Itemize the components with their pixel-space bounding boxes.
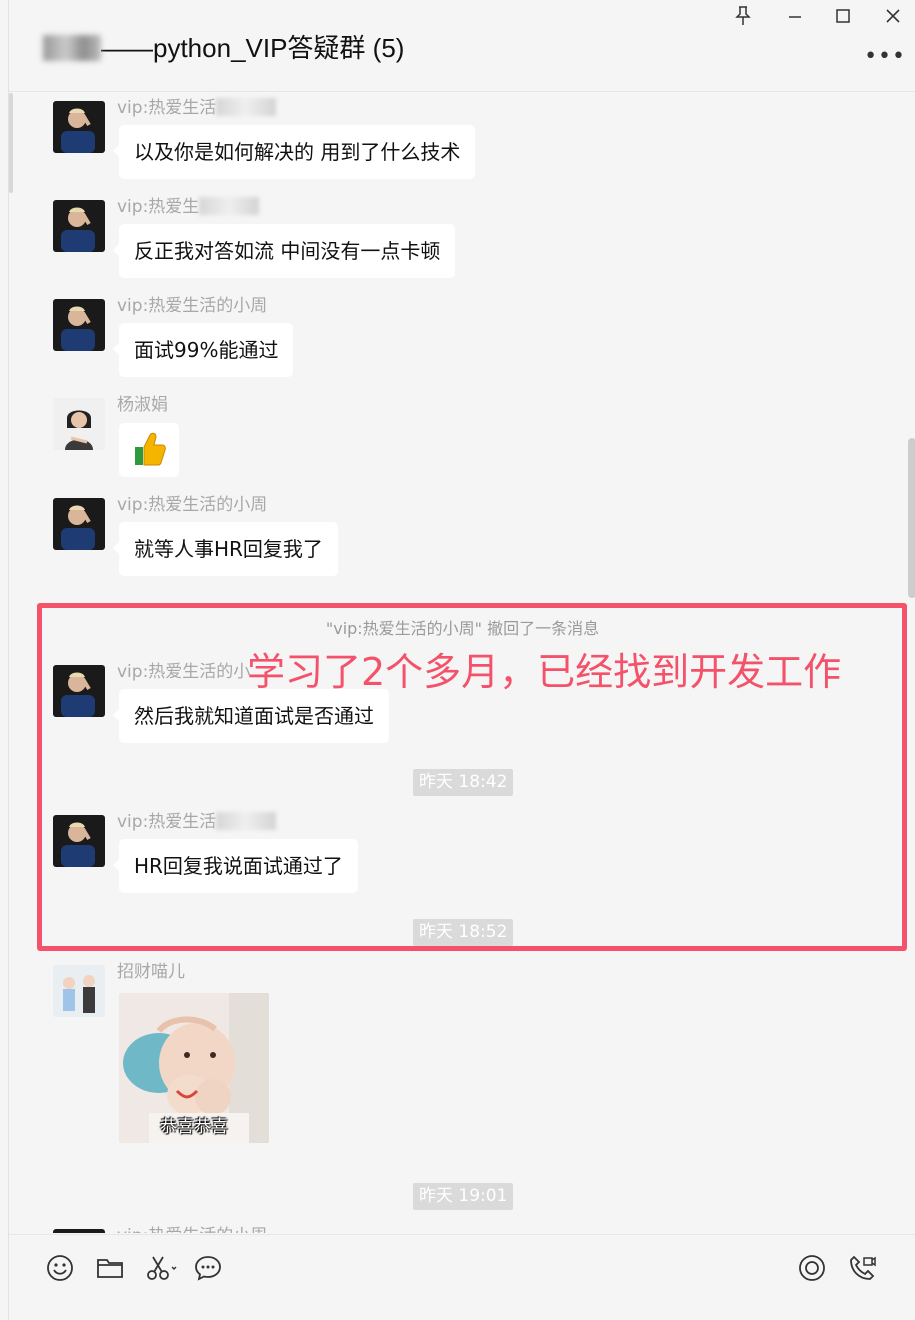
avatar[interactable]: [53, 965, 105, 1017]
sender-name: vip:热爱生活的小周: [117, 1221, 267, 1233]
avatar[interactable]: [53, 101, 105, 153]
scissors-icon[interactable]: [145, 1253, 177, 1283]
blurred-name: [43, 35, 101, 61]
thumbs-up-icon: [135, 432, 166, 466]
sender-name: vip:热爱生活的小周: [117, 495, 268, 515]
message-bubble[interactable]: [119, 423, 179, 477]
more-icon[interactable]: •••: [864, 44, 906, 69]
emoji-icon[interactable]: [45, 1253, 75, 1283]
chat-bubble-icon[interactable]: [193, 1253, 223, 1283]
sender-name: vip:热爱生: [117, 192, 260, 217]
annotation-text: 学习了2个多月，已经找到开发工作: [247, 650, 842, 694]
sender-name: vip:热爱生活的小周: [117, 296, 268, 316]
chat-window: ——python_VIP答疑群 (5) ••• vip:热爱生活 以及你是如何解…: [8, 0, 915, 1320]
left-scroll-track: [9, 93, 13, 193]
input-toolbar: [9, 1234, 915, 1320]
live-icon[interactable]: [797, 1253, 827, 1283]
message-bubble[interactable]: 就等人事HR回复我了: [113, 522, 338, 576]
window-title-text: ——python_VIP答疑群 (5): [101, 33, 405, 63]
maximize-icon[interactable]: [829, 6, 857, 32]
call-icon[interactable]: [847, 1253, 877, 1283]
title-bar: ——python_VIP答疑群 (5) •••: [9, 0, 915, 92]
sender-name: 招财喵儿: [117, 962, 185, 982]
message-bubble[interactable]: 以及你是如何解决的 用到了什么技术: [112, 125, 476, 179]
sender-name: vip:热爱生活: [117, 93, 277, 118]
folder-icon[interactable]: [95, 1253, 125, 1283]
window-title: ——python_VIP答疑群 (5): [43, 28, 404, 65]
avatar[interactable]: [53, 1229, 105, 1233]
pin-icon[interactable]: [729, 6, 757, 32]
sender-name: 杨淑娟: [117, 395, 168, 415]
minimize-icon[interactable]: [781, 6, 809, 32]
avatar[interactable]: [53, 299, 105, 351]
avatar[interactable]: [53, 398, 105, 450]
close-icon[interactable]: [879, 6, 907, 32]
avatar[interactable]: [53, 498, 105, 550]
avatar[interactable]: [53, 200, 105, 252]
sticker-image[interactable]: 恭喜恭喜: [119, 993, 269, 1143]
scrollbar-thumb[interactable]: [908, 438, 915, 598]
timestamp: 昨天 19:01: [413, 1183, 514, 1210]
sticker-caption: 恭喜恭喜: [160, 1117, 228, 1137]
message-bubble[interactable]: 面试99%能通过: [112, 323, 294, 377]
message-bubble[interactable]: 反正我对答如流 中间没有一点卡顿: [112, 224, 456, 278]
message-list[interactable]: vip:热爱生活 以及你是如何解决的 用到了什么技术 vip:热爱生 反正我对答…: [9, 93, 915, 1233]
